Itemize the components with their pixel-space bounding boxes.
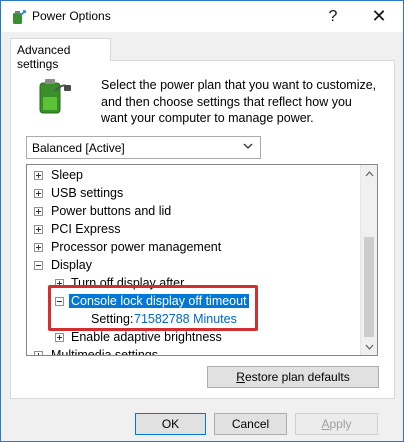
tree-item-label: Turn off display after (71, 276, 185, 290)
vertical-scrollbar[interactable] (360, 165, 377, 355)
chevron-down-icon (243, 143, 253, 149)
settings-tree[interactable]: Sleep USB settings Power buttons and lid… (26, 164, 378, 356)
power-options-icon (13, 10, 26, 24)
collapse-icon[interactable] (55, 297, 64, 306)
setting-key: Setting: (91, 312, 134, 326)
close-button[interactable]: ✕ (356, 1, 402, 32)
window-title: Power Options (32, 9, 111, 23)
power-options-dialog: Power Options ? ✕ Advanced settings Sele… (0, 0, 404, 442)
tree-item-label: USB settings (51, 186, 124, 200)
collapse-icon[interactable] (34, 261, 43, 270)
ok-button[interactable]: OK (135, 413, 206, 435)
expand-icon[interactable] (55, 333, 64, 342)
tree-item-label: Display (51, 258, 92, 272)
expand-icon[interactable] (34, 243, 43, 252)
tab-advanced-settings[interactable]: Advanced settings (10, 38, 111, 71)
scroll-down-arrow-icon[interactable] (361, 338, 377, 355)
tree-item-label: Enable adaptive brightness (71, 330, 222, 344)
tree-item-label-selected: Console lock display off timeout (69, 294, 249, 308)
cancel-button[interactable]: Cancel (214, 413, 287, 435)
expand-icon[interactable] (34, 171, 43, 180)
tree-item-label: Sleep (51, 168, 83, 182)
power-plan-dropdown[interactable]: Balanced [Active] (26, 136, 261, 159)
power-plan-selected: Balanced [Active] (32, 141, 125, 155)
description-text: Select the power plan that you want to c… (101, 78, 377, 125)
title-bar[interactable]: Power Options ? ✕ (1, 1, 403, 32)
tree-item-label: Multimedia settings (51, 348, 158, 356)
setting-value-link[interactable]: 71582788 Minutes (134, 312, 237, 326)
battery-plug-icon (39, 79, 71, 114)
expand-icon[interactable] (34, 207, 43, 216)
expand-icon[interactable] (34, 225, 43, 234)
expand-icon[interactable] (34, 351, 43, 355)
tree-item-label: Power buttons and lid (51, 204, 172, 218)
apply-label: pply (329, 417, 352, 431)
scrollbar-thumb[interactable] (364, 237, 374, 337)
restore-plan-defaults-button[interactable]: Restore plan defaults (207, 366, 379, 388)
expand-icon[interactable] (55, 279, 64, 288)
restore-label: estore plan defaults (244, 370, 350, 384)
apply-accelerator: A (321, 417, 330, 431)
tree-item-label: PCI Express (51, 222, 121, 236)
restore-accelerator: R (236, 370, 245, 384)
scroll-up-arrow-icon[interactable] (361, 165, 377, 182)
tree-item-label: Processor power management (51, 240, 222, 254)
help-button[interactable]: ? (310, 1, 356, 32)
expand-icon[interactable] (34, 189, 43, 198)
apply-button[interactable]: Apply (295, 413, 378, 435)
